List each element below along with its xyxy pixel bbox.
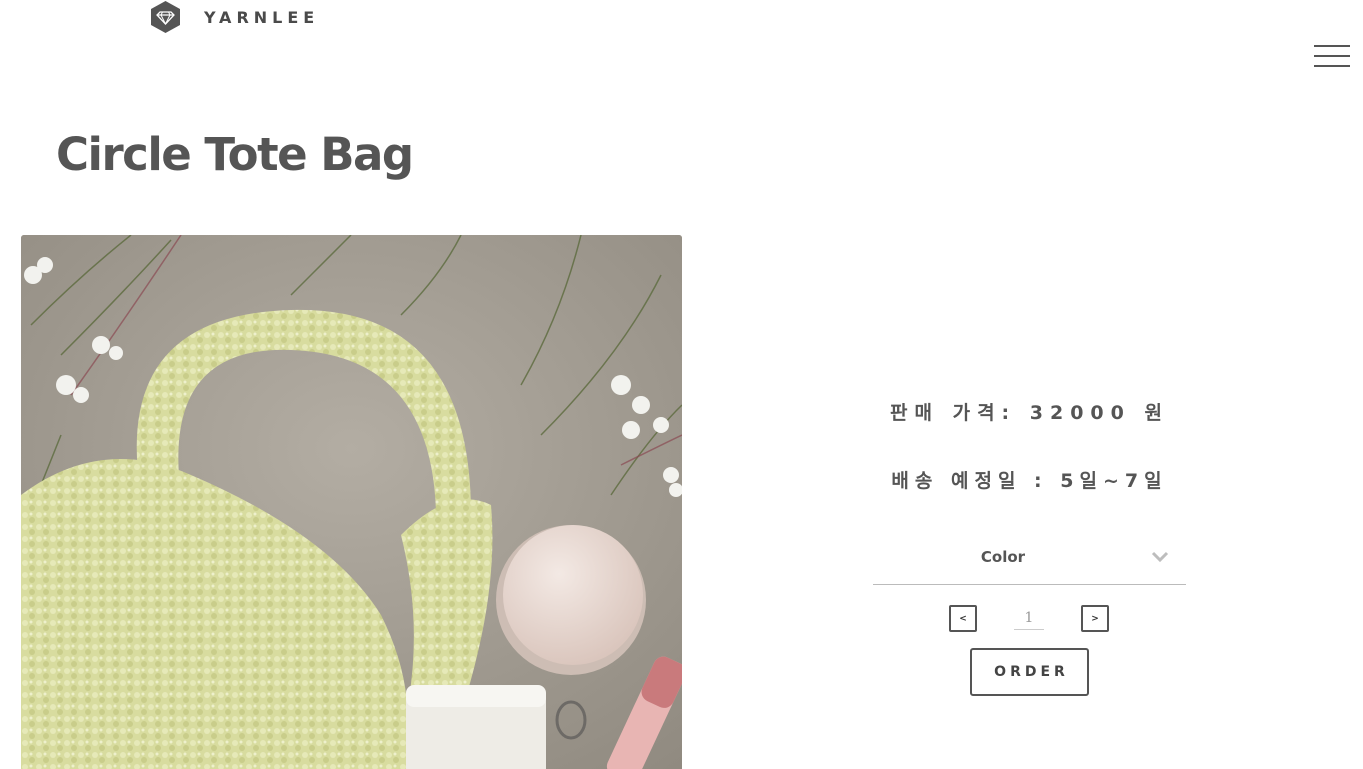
brand-name: YARNLEE [204, 7, 320, 27]
quantity-increment-button[interactable]: > [1081, 605, 1109, 632]
brand-logo[interactable]: YARNLEE [149, 0, 319, 34]
page-title: Circle Tote Bag [56, 128, 414, 181]
color-select[interactable]: Color [873, 543, 1186, 585]
color-select-label: Color [980, 548, 1026, 566]
order-button[interactable]: ORDER [970, 648, 1089, 696]
chevron-down-icon [1151, 551, 1169, 563]
quantity-decrement-button[interactable]: < [949, 605, 977, 632]
product-image [21, 235, 682, 769]
diamond-icon [151, 1, 180, 33]
shipping-text: 배송 예정일 : 5일~7일 [891, 470, 1168, 492]
price-text: 판매 가격: 32000 원 [890, 402, 1169, 424]
quantity-input[interactable] [1014, 606, 1044, 630]
hamburger-menu-icon[interactable] [1314, 45, 1350, 69]
